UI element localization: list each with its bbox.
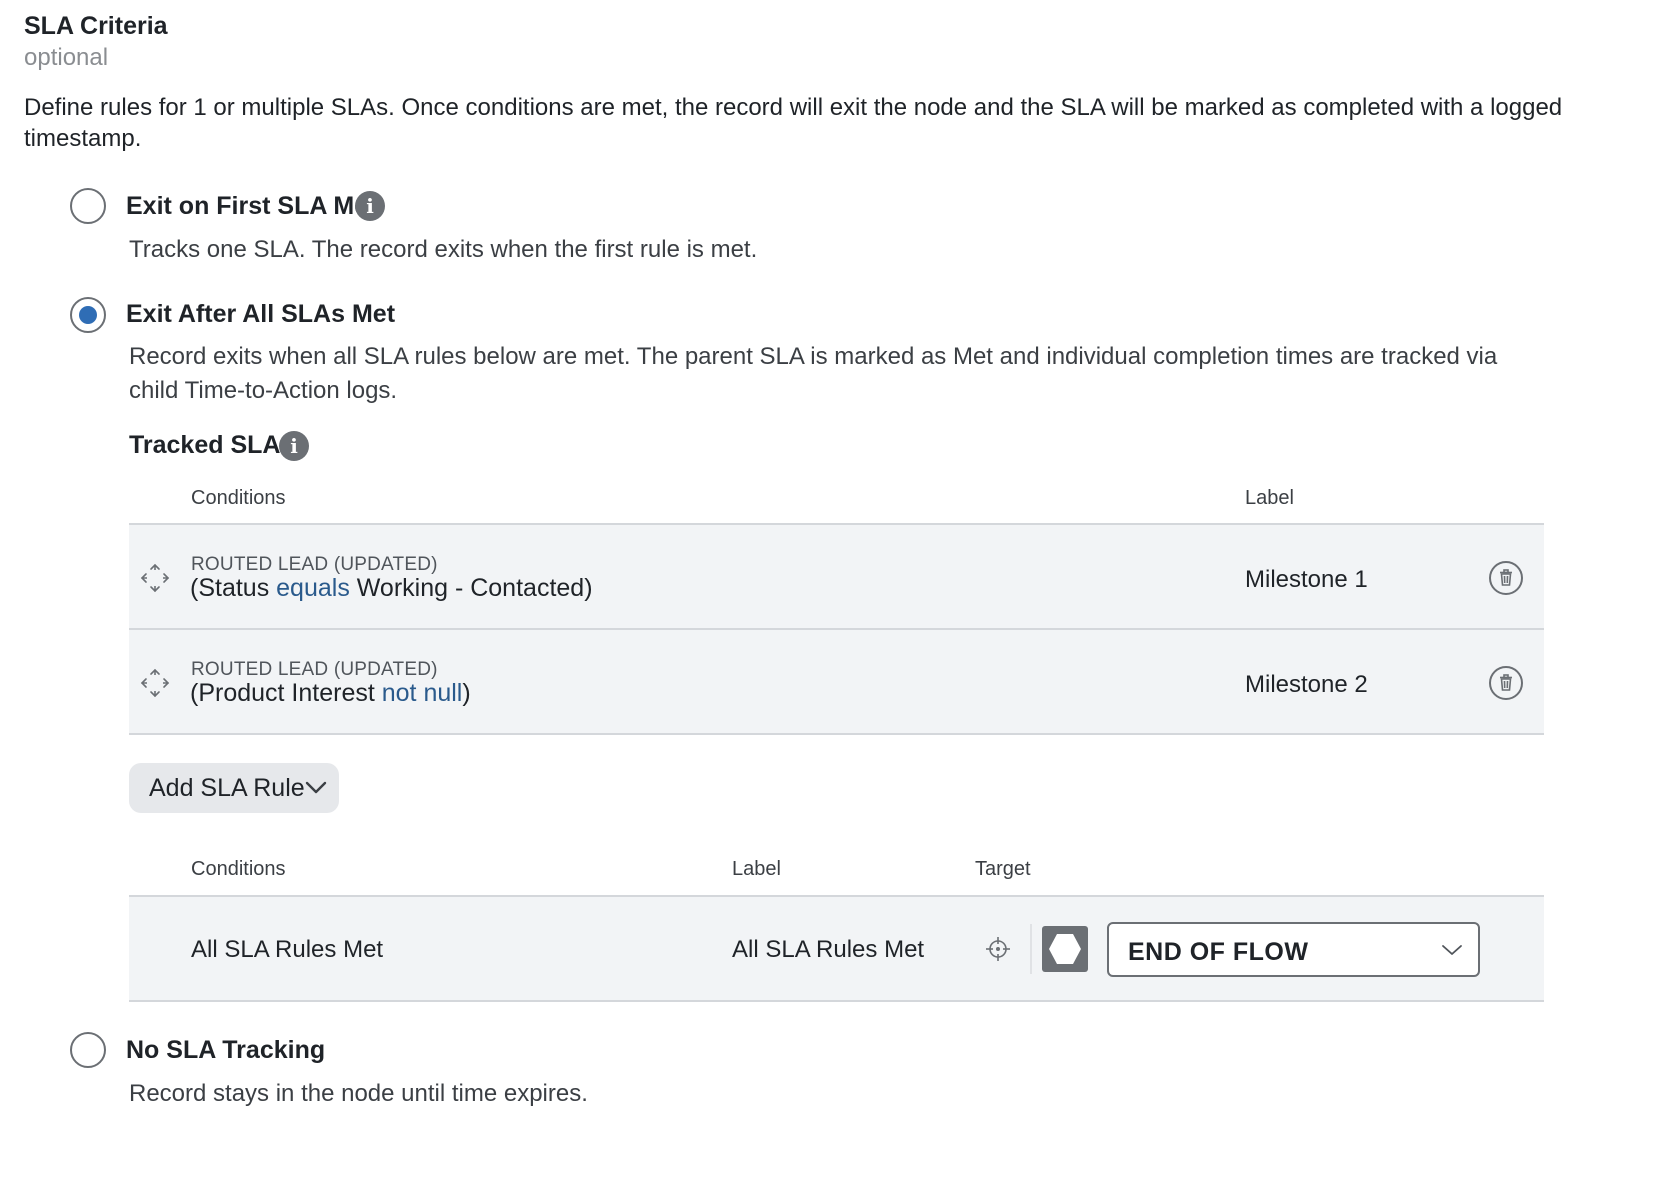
- rule-expression: (Product Interest not null): [190, 679, 471, 707]
- section-title: SLA Criteria: [24, 12, 168, 40]
- option-desc-no-tracking: Record stays in the node until time expi…: [129, 1080, 588, 1107]
- column-header-label: Label: [1245, 487, 1294, 509]
- optional-tag: optional: [24, 44, 109, 71]
- move-icon[interactable]: [138, 561, 172, 595]
- rule-expression: (Status equals Working - Contacted): [190, 574, 593, 602]
- completion-label: All SLA Rules Met: [732, 936, 925, 963]
- target-select[interactable]: END OF FLOW: [1107, 922, 1480, 977]
- section-description: Define rules for 1 or multiple SLAs. Onc…: [24, 94, 1563, 152]
- rule-caption: ROUTED LEAD (UPDATED): [191, 659, 438, 680]
- crosshair-icon[interactable]: [983, 934, 1013, 964]
- chevron-down-icon: [305, 781, 327, 794]
- rule-label: Milestone 2: [1245, 671, 1368, 698]
- option-label-no-tracking: No SLA Tracking: [126, 1036, 326, 1064]
- target-select-value: END OF FLOW: [1128, 938, 1309, 966]
- info-icon[interactable]: i: [279, 431, 309, 461]
- option-desc-exit-all: Record exits when all SLA rules below ar…: [129, 343, 1498, 404]
- option-label-exit-all: Exit After All SLAs Met: [126, 300, 396, 328]
- radio-exit-first[interactable]: [70, 188, 106, 224]
- divider: [1030, 924, 1032, 974]
- trash-icon[interactable]: [1489, 561, 1523, 595]
- trash-icon[interactable]: [1489, 666, 1523, 700]
- column-header-label: Label: [732, 858, 781, 880]
- operator-keyword: equals: [276, 574, 350, 602]
- rule-caption: ROUTED LEAD (UPDATED): [191, 554, 438, 575]
- hexagon-icon: [1042, 926, 1088, 972]
- column-header-conditions: Conditions: [191, 858, 286, 880]
- operator-keyword: not null: [381, 679, 463, 707]
- radio-no-tracking[interactable]: [70, 1032, 106, 1068]
- column-header-conditions: Conditions: [191, 487, 286, 509]
- column-header-target: Target: [975, 858, 1031, 880]
- info-icon[interactable]: i: [355, 191, 385, 221]
- option-desc-exit-first: Tracks one SLA. The record exits when th…: [129, 236, 758, 263]
- tracked-slas-title: Tracked SLAs: [129, 431, 295, 459]
- add-sla-rule-label: Add SLA Rule: [149, 774, 305, 802]
- add-sla-rule-button[interactable]: Add SLA Rule: [129, 763, 339, 813]
- chevron-down-icon: [1442, 945, 1462, 955]
- completion-condition: All SLA Rules Met: [191, 936, 384, 963]
- move-icon[interactable]: [138, 666, 172, 700]
- option-label-exit-first: Exit on First SLA Met: [126, 192, 377, 220]
- rule-label: Milestone 1: [1245, 566, 1368, 593]
- radio-exit-all[interactable]: [70, 297, 106, 333]
